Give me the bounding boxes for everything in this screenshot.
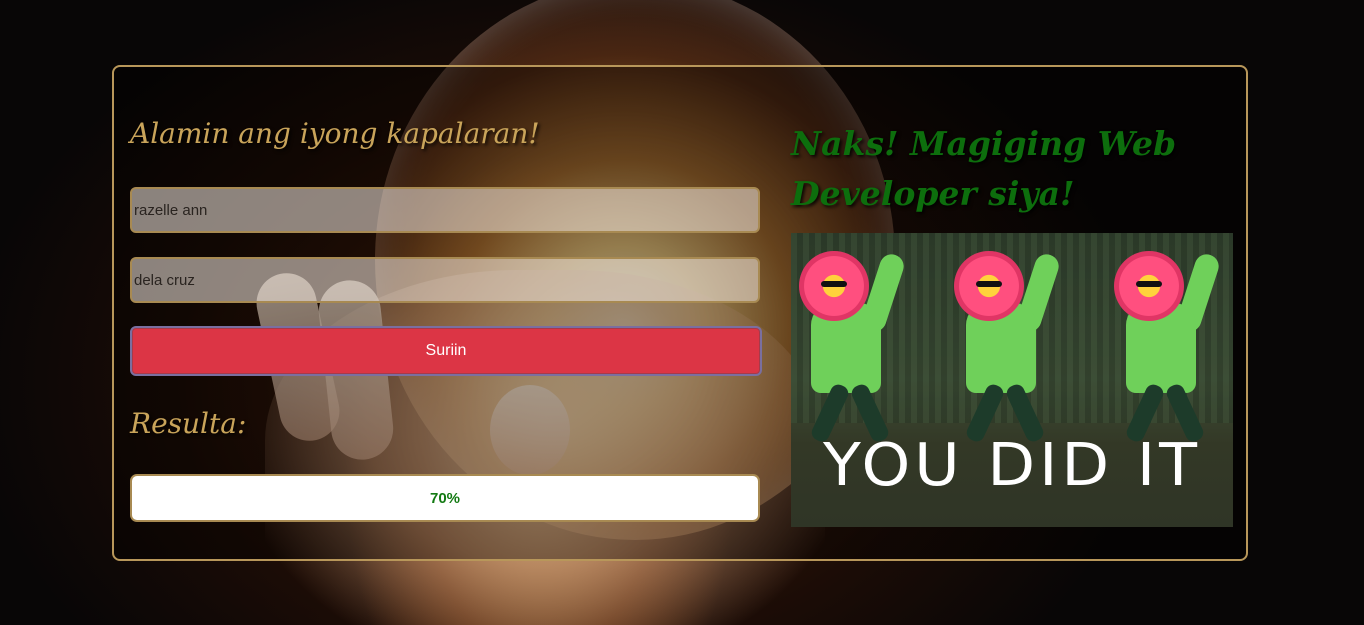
fortune-card: Alamin ang iyong kapalaran! razelle ann … [112,65,1248,561]
first-name-input[interactable]: razelle ann [130,187,760,233]
flower-dancer-figure [1106,243,1233,444]
flower-dancer-figure [791,243,921,444]
result-gif: YOU DID IT [791,233,1233,527]
gif-caption: YOU DID IT [822,429,1201,500]
form-title: Alamin ang iyong kapalaran! [130,117,540,150]
submit-button[interactable]: Suriin [130,326,762,376]
result-label: Resulta: [130,407,247,440]
result-heading: Naks! Magiging Web Developer siya! [791,124,1177,213]
last-name-input[interactable]: dela cruz [130,257,760,303]
result-percentage: 70% [130,474,760,522]
flower-dancer-figure [946,243,1076,444]
